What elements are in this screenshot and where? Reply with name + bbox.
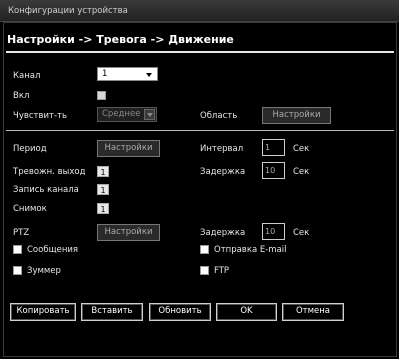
breadcrumb-divider xyxy=(6,51,394,53)
region-label: Область xyxy=(200,111,238,121)
sensitivity-label: Чувствит-ть xyxy=(13,111,68,121)
snapshot-channel-1[interactable]: 1 xyxy=(97,203,109,214)
snapshot-label: Снимок xyxy=(13,204,47,214)
enable-checkbox[interactable] xyxy=(97,91,106,100)
delay-unit: Сек xyxy=(293,167,310,177)
region-settings-button[interactable]: Настройки xyxy=(262,107,331,124)
messages-label: Сообщения xyxy=(27,245,79,255)
record-channel-label: Запись канала xyxy=(13,185,79,195)
breadcrumb: Настройки -> Тревога -> Движение xyxy=(7,33,234,46)
delay-input[interactable]: 10 xyxy=(262,162,285,179)
delay-label: Задержка xyxy=(200,167,246,177)
email-label: Отправка E-mail xyxy=(214,245,287,255)
buzzer-checkbox[interactable] xyxy=(13,266,22,275)
ptz-settings-button[interactable]: Настройки xyxy=(97,224,160,241)
channel-label: Канал xyxy=(13,71,41,81)
ptz-delay-unit: Сек xyxy=(293,228,310,238)
ok-button[interactable]: OK xyxy=(216,303,277,321)
cancel-button[interactable]: Отмена xyxy=(282,303,344,321)
channel-value: 1 xyxy=(102,69,108,79)
messages-checkbox[interactable] xyxy=(13,245,22,254)
alarm-out-channel-1[interactable]: 1 xyxy=(97,166,109,177)
chevron-down-icon xyxy=(146,73,152,77)
ptz-delay-input[interactable]: 10 xyxy=(262,223,285,240)
record-channel-1[interactable]: 1 xyxy=(97,184,109,195)
channel-select[interactable]: 1 xyxy=(97,67,158,81)
ptz-label: PTZ xyxy=(13,228,30,238)
copy-button[interactable]: Копировать xyxy=(10,303,76,321)
interval-label: Интервал xyxy=(200,144,244,154)
alarm-out-label: Тревожн. выход xyxy=(13,167,86,177)
title-bar[interactable]: Конфигурации устройства xyxy=(0,0,399,22)
sensitivity-select[interactable]: Среднее xyxy=(97,107,157,122)
section-divider xyxy=(6,130,394,131)
period-settings-button[interactable]: Настройки xyxy=(97,140,160,157)
buzzer-label: Зуммер xyxy=(27,266,61,276)
refresh-button[interactable]: Обновить xyxy=(149,303,211,321)
interval-unit: Сек xyxy=(293,144,310,154)
window-title: Конфигурации устройства xyxy=(8,6,128,16)
email-checkbox[interactable] xyxy=(200,245,209,254)
ptz-delay-label: Задержка xyxy=(200,228,246,238)
ftp-checkbox[interactable] xyxy=(200,266,209,275)
ftp-label: FTP xyxy=(214,266,230,276)
chevron-down-icon xyxy=(144,109,155,120)
device-config-window: Конфигурации устройства Настройки -> Тре… xyxy=(0,0,399,359)
interval-input[interactable]: 1 xyxy=(262,139,285,156)
enable-label: Вкл xyxy=(13,91,30,101)
sensitivity-value: Среднее xyxy=(102,109,141,119)
paste-button[interactable]: Вставить xyxy=(81,303,143,321)
period-label: Период xyxy=(13,144,47,154)
